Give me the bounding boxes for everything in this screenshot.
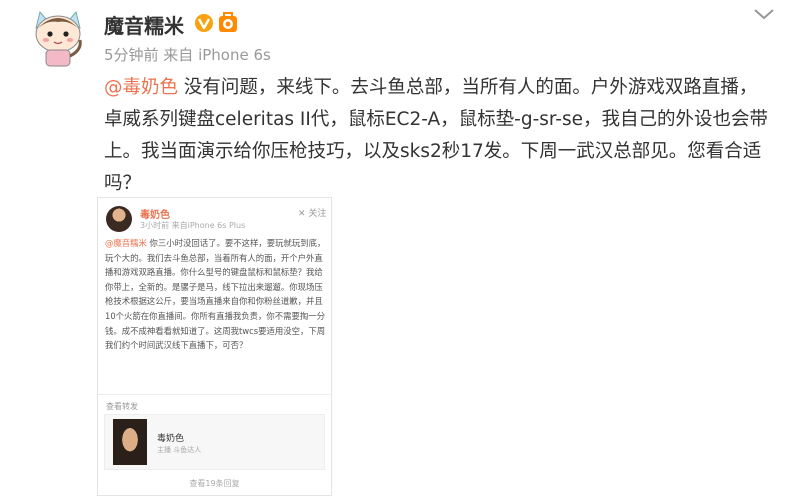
post-content: @毒奶色 没有问题，来线下。去斗鱼总部，当所有人的面。户外游戏双路直播，卓威系列… bbox=[104, 72, 774, 200]
embed-sub-name: 毒奶色 bbox=[157, 434, 185, 444]
embed-sub-desc: 主播 斗鱼达人 bbox=[157, 446, 202, 454]
embed-mention: @魔音糯米 bbox=[105, 238, 147, 248]
post-meta: 5分钟前 来自 iPhone 6s bbox=[104, 46, 271, 64]
embed-body-text: 你三小时没回话了。要不这样，要玩就玩到底，玩个大的。我们去斗鱼总部，当着所有人的… bbox=[105, 238, 326, 351]
embed-author-name: 毒奶色 bbox=[140, 210, 170, 221]
embedded-screenshot[interactable]: 毒奶色 3小时前 来自iPhone 6s Plus ✕ 关注 @魔音糯米 你三小… bbox=[97, 197, 332, 496]
embed-meta: 3小时前 来自iPhone 6s Plus bbox=[140, 221, 246, 230]
author-avatar[interactable] bbox=[30, 8, 86, 70]
chevron-down-icon[interactable] bbox=[752, 6, 776, 22]
embed-footer: 查看19条回复 bbox=[189, 479, 240, 488]
embed-profile-card: 毒奶色 主播 斗鱼达人 bbox=[104, 414, 325, 470]
embed-sub-avatar bbox=[113, 419, 147, 465]
embed-avatar bbox=[106, 206, 132, 232]
author-name[interactable]: 魔音糯米 bbox=[104, 10, 184, 39]
medal-badge-icon[interactable] bbox=[218, 12, 238, 34]
embed-follow-button: ✕ 关注 bbox=[298, 209, 327, 219]
verified-v-icon bbox=[195, 14, 213, 32]
weibo-post-card: 魔音糯米 5分钟前 来自 iPhone 6s @毒奶色 没有问题，来线下。去斗鱼… bbox=[0, 0, 800, 496]
embed-text: @魔音糯米 你三小时没回话了。要不这样，要玩就玩到底，玩个大的。我们去斗鱼总部，… bbox=[105, 236, 327, 353]
mention-link[interactable]: @毒奶色 bbox=[104, 77, 178, 98]
post-body-text: 没有问题，来线下。去斗鱼总部，当所有人的面。户外游戏双路直播，卓威系列键盘cel… bbox=[104, 77, 768, 194]
embed-divider bbox=[98, 394, 331, 395]
embed-reshare-label: 查看转发 bbox=[106, 402, 138, 411]
